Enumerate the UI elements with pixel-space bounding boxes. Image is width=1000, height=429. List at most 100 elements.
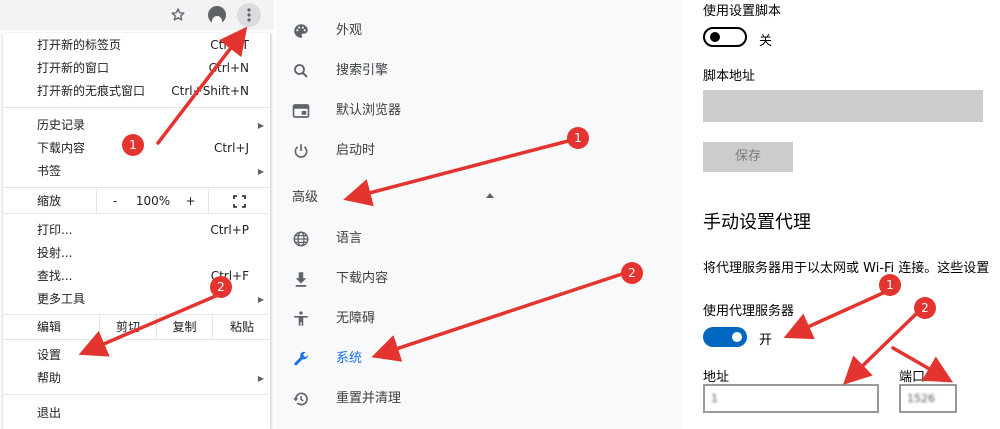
zoom-out-button[interactable]: - (96, 189, 133, 213)
script-address-input[interactable] (703, 90, 983, 122)
menu-item-print[interactable]: 打印... Ctrl+P (3, 219, 271, 242)
sidebar-item-system[interactable]: 系统 (276, 339, 682, 379)
menu-item-label: 打印... (37, 223, 73, 237)
menu-item-label: 历史记录 (37, 118, 86, 132)
fullscreen-icon (233, 195, 246, 208)
menu-item-cast[interactable]: 投射... (3, 242, 271, 265)
annotation-badge: 2 (914, 297, 936, 319)
menu-item-exit[interactable]: 退出 (3, 402, 271, 425)
use-proxy-toggle[interactable] (703, 327, 747, 347)
proxy-description: 将代理服务器用于以太网或 Wi-Fi 连接。这些设置 (703, 261, 990, 276)
sidebar-item-reset[interactable]: 重置并清理 (276, 379, 682, 419)
proxy-address-input[interactable]: 1 (703, 384, 879, 413)
menu-item-label: 打开新的窗口 (37, 61, 110, 75)
manual-proxy-heading: 手动设置代理 (703, 212, 811, 233)
collapse-caret-icon[interactable] (486, 193, 494, 198)
chrome-main-menu: 打开新的标签页 Ctrl+T 打开新的窗口 Ctrl+N 打开新的无痕式窗口 C… (3, 33, 271, 429)
settings-sidebar: 外观 搜索引擎 默认浏览器 启动时 高级 语言 下载内容 无障碍 系统 重置并清… (276, 0, 682, 429)
save-button[interactable]: 保存 (703, 142, 793, 172)
menu-item-label: 更多工具 (37, 292, 86, 306)
menu-item-label: 帮助 (37, 371, 62, 385)
sidebar-item-label: 搜索引擎 (336, 63, 389, 78)
sidebar-item-label: 无障碍 (336, 311, 376, 326)
setup-script-state: 关 (759, 34, 773, 49)
menu-divider (3, 107, 271, 108)
zoom-in-button[interactable]: + (173, 189, 208, 213)
sidebar-item-language[interactable]: 语言 (276, 219, 682, 259)
menu-item-label: 投射... (37, 246, 73, 260)
proxy-address-label: 地址 (703, 370, 730, 385)
wrench-icon (290, 349, 312, 369)
menu-item-shortcut: Ctrl+T (210, 38, 249, 52)
palette-icon (290, 21, 312, 41)
proxy-port-label: 端口 (899, 370, 926, 385)
power-icon (290, 141, 312, 161)
sidebar-item-label: 下载内容 (336, 271, 389, 286)
kebab-menu-icon[interactable] (237, 3, 261, 27)
zoom-level-value: 100% (135, 194, 171, 208)
menu-item-shortcut: Ctrl+P (210, 223, 249, 237)
annotation-badge: 1 (879, 274, 901, 296)
menu-item-shortcut: Ctrl+Shift+N (171, 84, 249, 98)
submenu-arrow-icon: ▶ (257, 374, 264, 383)
edit-label: 编辑 (37, 320, 62, 334)
use-proxy-state: 开 (759, 333, 773, 348)
annotation-badge: 2 (210, 276, 232, 298)
menu-item-bookmarks[interactable]: 书签 ▶ (3, 160, 271, 183)
menu-item-history[interactable]: 历史记录 ▶ (3, 114, 271, 137)
restore-icon (290, 389, 312, 409)
menu-divider (3, 339, 271, 340)
search-icon (290, 61, 312, 81)
proxy-settings-panel: 使用设置脚本 关 脚本地址 保存 手动设置代理 将代理服务器用于以太网或 Wi-… (683, 0, 1000, 429)
chrome-menu-panel: 打开新的标签页 Ctrl+T 打开新的窗口 Ctrl+N 打开新的无痕式窗口 C… (0, 0, 274, 429)
bookmark-star-icon[interactable] (166, 3, 190, 27)
menu-item-label: 下载内容 (37, 141, 86, 155)
menu-divider (3, 213, 271, 214)
sidebar-item-label: 重置并清理 (336, 391, 402, 406)
sidebar-item-label: 外观 (336, 23, 363, 38)
use-setup-script-label: 使用设置脚本 (703, 4, 782, 19)
proxy-address-value: 1 (711, 392, 718, 405)
sidebar-item-label: 系统 (336, 351, 363, 366)
proxy-port-input[interactable]: 1526 (899, 384, 957, 413)
paste-button[interactable]: 粘贴 (212, 315, 271, 339)
menu-item-help[interactable]: 帮助 ▶ (3, 367, 271, 390)
edit-row: 编辑 剪切 复制 粘贴 (3, 315, 271, 339)
copy-button[interactable]: 复制 (156, 315, 212, 339)
sidebar-item-search-engine[interactable]: 搜索引擎 (276, 51, 682, 91)
submenu-arrow-icon: ▶ (257, 167, 264, 176)
script-address-label: 脚本地址 (703, 69, 756, 84)
sidebar-item-on-startup[interactable]: 启动时 (276, 131, 682, 171)
annotation-badge: 1 (567, 127, 589, 149)
zoom-label: 缩放 (37, 194, 62, 208)
sidebar-item-label: 语言 (336, 231, 363, 246)
menu-item-shortcut: Ctrl+N (208, 61, 249, 75)
download-icon (290, 269, 312, 289)
sidebar-item-label: 默认浏览器 (336, 103, 402, 118)
profile-avatar-icon[interactable] (205, 3, 229, 27)
sidebar-item-downloads[interactable]: 下载内容 (276, 259, 682, 299)
accessibility-icon (290, 309, 312, 329)
advanced-section-label[interactable]: 高级 (292, 186, 318, 210)
menu-item-label: 打开新的无痕式窗口 (37, 84, 146, 98)
use-proxy-label: 使用代理服务器 (703, 304, 795, 319)
cut-button[interactable]: 剪切 (99, 315, 156, 339)
menu-divider (3, 394, 271, 395)
menu-item-new-tab[interactable]: 打开新的标签页 Ctrl+T (3, 34, 271, 57)
globe-icon (290, 229, 312, 249)
menu-item-label: 打开新的标签页 (37, 38, 122, 52)
menu-item-settings[interactable]: 设置 (3, 344, 271, 367)
browser-toolbar (0, 0, 274, 30)
menu-item-new-window[interactable]: 打开新的窗口 Ctrl+N (3, 57, 271, 80)
sidebar-item-default-browser[interactable]: 默认浏览器 (276, 91, 682, 131)
setup-script-toggle[interactable] (703, 27, 747, 47)
annotation-badge: 1 (122, 134, 144, 156)
sidebar-item-label: 启动时 (336, 143, 376, 158)
submenu-arrow-icon: ▶ (257, 295, 264, 304)
sidebar-item-appearance[interactable]: 外观 (276, 11, 682, 51)
menu-divider (3, 187, 271, 188)
menu-item-label: 查找... (37, 269, 73, 283)
submenu-arrow-icon: ▶ (257, 121, 264, 130)
sidebar-item-accessibility[interactable]: 无障碍 (276, 299, 682, 339)
menu-item-new-incognito-window[interactable]: 打开新的无痕式窗口 Ctrl+Shift+N (3, 80, 271, 103)
